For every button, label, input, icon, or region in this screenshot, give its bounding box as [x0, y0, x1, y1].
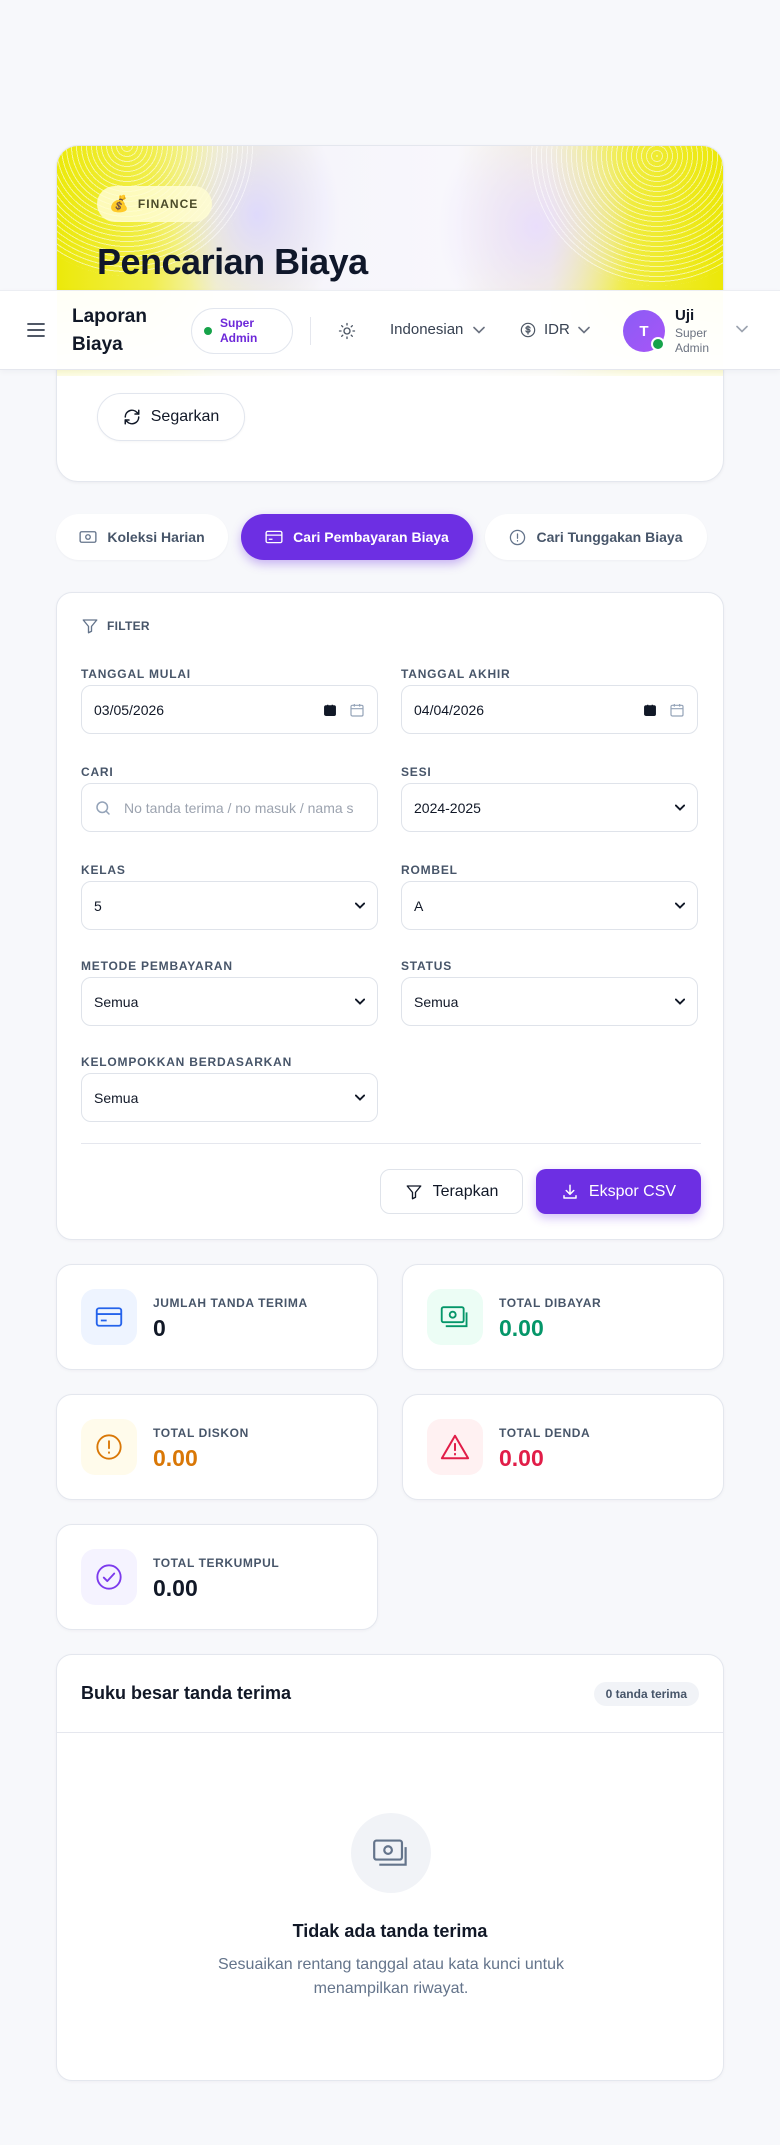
rombel-label: ROMBEL — [401, 863, 458, 877]
page-title: Pencarian Biaya — [97, 241, 368, 282]
card-icon — [95, 1307, 123, 1327]
check-circle-icon — [96, 1564, 122, 1590]
app-title: Laporan Biaya — [72, 306, 147, 355]
empty-state-icon — [351, 1813, 431, 1893]
filter-icon — [406, 1184, 422, 1199]
role-badge: Super Admin — [191, 308, 293, 354]
payment-method-label: METODE PEMBAYARAN — [81, 959, 233, 973]
search-label: CARI — [81, 765, 114, 779]
stat-card-total-paid: TOTAL DIBAYAR 0.00 — [402, 1264, 724, 1370]
cash-icon — [440, 1306, 468, 1328]
rombel-select[interactable]: A — [401, 881, 698, 930]
filter-icon — [82, 619, 98, 634]
chevron-down-icon — [578, 326, 590, 334]
currency-icon — [520, 322, 536, 337]
alert-circle-icon — [510, 529, 526, 545]
currency-selector[interactable]: IDR — [520, 321, 590, 338]
stat-card-total-collected: TOTAL TERKUMPUL 0.00 — [56, 1524, 378, 1630]
calendar-icon[interactable] — [323, 703, 337, 717]
stat-card-total-discount: TOTAL DISKON 0.00 — [56, 1394, 378, 1500]
chevron-down-icon — [675, 902, 685, 909]
download-icon — [563, 1184, 577, 1199]
export-csv-button[interactable]: Ekspor CSV — [536, 1169, 701, 1214]
finance-badge: 💰 FINANCE — [97, 186, 213, 222]
status-dot — [204, 327, 212, 335]
card-icon — [265, 530, 283, 544]
language-selector[interactable]: Indonesian — [390, 321, 486, 338]
alert-circle-icon — [96, 1434, 122, 1460]
class-label: KELAS — [81, 863, 126, 877]
sun-icon[interactable] — [338, 322, 356, 340]
filter-heading: FILTER — [81, 617, 150, 635]
chevron-down-icon — [473, 326, 486, 334]
apply-button[interactable]: Terapkan — [380, 1169, 523, 1214]
top-bar: Laporan Biaya Super Admin Indonesian IDR… — [0, 290, 780, 370]
chevron-down-icon[interactable] — [736, 325, 748, 333]
tab-fee-arrears-search[interactable]: Cari Tunggakan Biaya — [485, 514, 707, 560]
cash-icon — [373, 1839, 407, 1866]
search-input[interactable]: No tanda terima / no masuk / nama s — [81, 783, 378, 832]
money-bag-icon: 💰 — [109, 196, 130, 213]
chevron-down-icon — [355, 902, 365, 909]
refresh-icon — [124, 409, 140, 425]
user-name[interactable]: Uji — [675, 307, 694, 324]
online-status-dot — [651, 337, 665, 351]
group-by-label: KELOMPOKKAN BERDASARKAN — [81, 1055, 293, 1069]
group-by-select[interactable]: Semua — [81, 1073, 378, 1122]
start-date-input[interactable]: 03/05/2026 — [81, 685, 378, 734]
cash-icon — [79, 531, 97, 543]
warning-triangle-icon — [440, 1434, 470, 1460]
payment-method-select[interactable]: Semua — [81, 977, 378, 1026]
stat-card-total-fine: TOTAL DENDA 0.00 — [402, 1394, 724, 1500]
calendar-icon — [670, 703, 684, 717]
calendar-icon — [350, 703, 364, 717]
status-label: STATUS — [401, 959, 453, 973]
filter-card: FILTER TANGGAL MULAI 03/05/2026 TANGGAL … — [56, 592, 724, 1240]
session-label: SESI — [401, 765, 432, 779]
receipt-ledger-card: Buku besar tanda terima 0 tanda terima T… — [56, 1654, 724, 2081]
menu-icon[interactable] — [26, 321, 46, 339]
ledger-title: Buku besar tanda terima — [81, 1683, 292, 1703]
chevron-down-icon — [675, 998, 685, 1005]
session-select[interactable]: 2024-2025 — [401, 783, 698, 832]
receipt-count-badge: 0 tanda terima — [593, 1682, 699, 1706]
chevron-down-icon — [355, 998, 365, 1005]
search-icon — [96, 800, 110, 815]
end-date-input[interactable]: 04/04/2026 — [401, 685, 698, 734]
empty-state-description: Sesuaikan rentang tanggal atau kata kunc… — [217, 1956, 565, 1997]
start-date-label: TANGGAL MULAI — [81, 667, 191, 681]
status-select[interactable]: Semua — [401, 977, 698, 1026]
tab-daily-collection[interactable]: Koleksi Harian — [56, 514, 228, 560]
end-date-label: TANGGAL AKHIR — [401, 667, 511, 681]
calendar-icon[interactable] — [643, 703, 657, 717]
class-select[interactable]: 5 — [81, 881, 378, 930]
tab-fee-payment-search[interactable]: Cari Pembayaran Biaya — [241, 514, 473, 560]
empty-state-title: Tidak ada tanda terima — [292, 1921, 488, 1941]
refresh-button[interactable]: Segarkan — [97, 393, 245, 441]
stat-card-receipt-count: JUMLAH TANDA TERIMA 0 — [56, 1264, 378, 1370]
user-role: Super Admin — [675, 326, 710, 355]
chevron-down-icon — [355, 1094, 365, 1101]
chevron-down-icon — [675, 804, 685, 811]
